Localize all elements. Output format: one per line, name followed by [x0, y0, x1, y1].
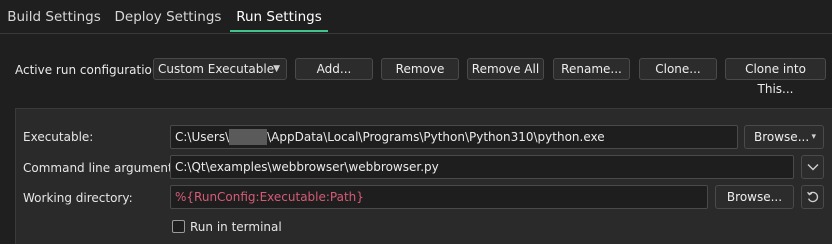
- clone-button[interactable]: Clone...: [639, 58, 717, 80]
- working-directory-label: Working directory:: [23, 191, 133, 205]
- arguments-label: Command line arguments:: [23, 161, 183, 175]
- chevron-down-icon: [807, 164, 818, 171]
- executable-path-suffix: \AppData\Local\Programs\Python\Python310…: [267, 130, 605, 144]
- working-directory-browse-button[interactable]: Browse...: [715, 185, 794, 209]
- remove-button[interactable]: Remove: [381, 58, 459, 80]
- executable-label: Executable:: [23, 130, 94, 144]
- redacted-username: [229, 128, 268, 145]
- run-config-select[interactable]: Custom Executable ▼: [153, 58, 287, 80]
- remove-all-button[interactable]: Remove All: [467, 58, 544, 80]
- rename-button[interactable]: Rename...: [553, 58, 630, 80]
- tab-run-settings[interactable]: Run Settings: [230, 0, 328, 34]
- working-directory-value: %{RunConfig:Executable:Path}: [175, 190, 364, 204]
- tab-deploy-settings[interactable]: Deploy Settings: [108, 0, 228, 34]
- tab-build-settings[interactable]: Build Settings: [0, 0, 108, 34]
- reset-icon: [806, 191, 818, 203]
- expand-arguments-button[interactable]: [801, 155, 824, 179]
- reset-working-directory-button[interactable]: [801, 185, 824, 209]
- working-directory-field[interactable]: %{RunConfig:Executable:Path}: [170, 185, 708, 209]
- executable-browse-label: Browse...: [754, 130, 810, 144]
- arguments-field[interactable]: C:\Qt\examples\webbrowser\webbrowser.py: [170, 155, 794, 179]
- active-tab-indicator: [230, 30, 328, 32]
- executable-path-prefix: C:\Users\: [175, 130, 230, 144]
- executable-field[interactable]: C:\Users\ \AppData\Local\Programs\Python\…: [170, 125, 738, 149]
- clone-into-button[interactable]: Clone into This...: [725, 58, 826, 96]
- active-run-config-label: Active run configuration:: [15, 63, 164, 77]
- arguments-value: C:\Qt\examples\webbrowser\webbrowser.py: [175, 160, 439, 174]
- run-config-select-value: Custom Executable: [158, 62, 275, 76]
- chevron-down-icon: ▼: [273, 64, 280, 74]
- run-in-terminal-label: Run in terminal: [190, 220, 282, 234]
- run-in-terminal-checkbox[interactable]: [172, 220, 185, 233]
- executable-browse-button[interactable]: Browse... ▾: [744, 125, 824, 149]
- chevron-down-icon: ▾: [811, 132, 816, 142]
- add-button[interactable]: Add...: [295, 58, 373, 80]
